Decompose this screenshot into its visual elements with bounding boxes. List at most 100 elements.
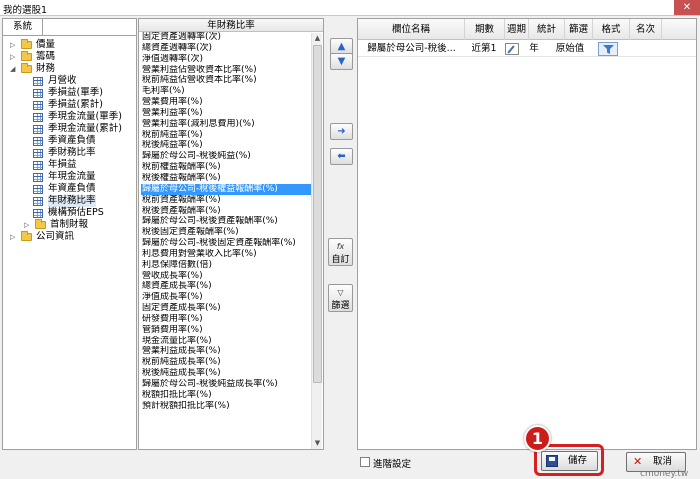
- move-down-button[interactable]: ▼: [330, 53, 353, 70]
- tree-item-label: 季損益(單季): [48, 87, 103, 98]
- field-list-scrollbar[interactable]: ▲ ▼: [311, 33, 322, 449]
- list-item[interactable]: 現金流量比率(%): [141, 336, 311, 347]
- column-header-period[interactable]: 期數: [465, 19, 505, 40]
- tree-item[interactable]: 年資產負債: [7, 183, 134, 195]
- tree-item[interactable]: 機構預估EPS: [7, 207, 134, 219]
- tree-item-label: 籌碼: [36, 51, 56, 62]
- column-header-rank[interactable]: 名次: [630, 19, 662, 40]
- custom-button[interactable]: fx 自訂: [328, 238, 353, 266]
- collapsed-arrow-icon[interactable]: ▷: [10, 51, 18, 63]
- table-icon: [33, 77, 43, 86]
- tree-item[interactable]: 季資產負債: [7, 135, 134, 147]
- list-item[interactable]: 固定資產週轉率(次): [141, 32, 311, 43]
- column-header-filter[interactable]: 篩選: [565, 19, 593, 40]
- list-item[interactable]: 管銷費用率(%): [141, 325, 311, 336]
- list-item[interactable]: 歸屬於母公司-稅後資產報酬率(%): [141, 216, 311, 227]
- remove-field-button[interactable]: ⬅: [330, 148, 353, 165]
- cell-period[interactable]: 近第1: [465, 41, 503, 57]
- tree-item[interactable]: 年現金流量: [7, 171, 134, 183]
- collapsed-arrow-icon[interactable]: ▷: [10, 231, 18, 243]
- tree-item[interactable]: 季現金流量(累計): [7, 123, 134, 135]
- advanced-settings-label[interactable]: 進階設定: [373, 456, 411, 470]
- list-item[interactable]: 稅後純益成長率(%): [141, 368, 311, 379]
- cell-stat[interactable]: 原始值: [548, 41, 592, 57]
- column-header-name[interactable]: 欄位名稱: [358, 19, 465, 40]
- list-item[interactable]: 營業利益率(減利息費用)(%): [141, 119, 311, 130]
- expanded-arrow-icon[interactable]: ◢: [10, 63, 18, 75]
- list-item[interactable]: 稅後固定資產報酬率(%): [141, 227, 311, 238]
- tree-item[interactable]: 季損益(單季): [7, 87, 134, 99]
- step-badge: 1: [524, 425, 551, 452]
- cell-cycle[interactable]: 年: [524, 41, 544, 57]
- column-header-stat[interactable]: 統計: [529, 19, 565, 40]
- list-item[interactable]: 總資產成長率(%): [141, 281, 311, 292]
- tree-item[interactable]: 季損益(累計): [7, 99, 134, 111]
- list-item[interactable]: 營收成長率(%): [141, 271, 311, 282]
- save-button-label: 儲存: [568, 455, 588, 466]
- tree-item-label: 季財務比率: [48, 147, 96, 158]
- filter-funnel-icon[interactable]: [598, 42, 618, 56]
- list-item[interactable]: 固定資產成長率(%): [141, 303, 311, 314]
- scroll-up-arrow-icon[interactable]: ▲: [312, 33, 323, 44]
- tree-item[interactable]: ▷ 價量: [7, 39, 134, 51]
- column-header-format[interactable]: 格式: [593, 19, 630, 40]
- cell-name: 歸屬於母公司-稅後...: [367, 43, 456, 54]
- list-item[interactable]: 稅後權益報酬率(%): [141, 173, 311, 184]
- tree-item[interactable]: ▷ 首制財報: [7, 219, 134, 231]
- list-item[interactable]: 利息費用對營業收入比率(%): [141, 249, 311, 260]
- list-item[interactable]: 歸屬於母公司-稅後純益(%): [141, 151, 311, 162]
- close-window-button[interactable]: ✕: [674, 0, 700, 15]
- collapsed-arrow-icon[interactable]: ▷: [10, 39, 18, 51]
- list-item[interactable]: 歸屬於母公司-稅後固定資產報酬率(%): [141, 238, 311, 249]
- tree-item[interactable]: 月營收: [7, 75, 134, 87]
- list-item[interactable]: 營業利益佔營收資本比率(%): [141, 65, 311, 76]
- list-item[interactable]: 營業利益率(%): [141, 108, 311, 119]
- list-item[interactable]: 利息保障倍數(倍): [141, 260, 311, 271]
- tree-item[interactable]: ▷ 公司資訊: [7, 231, 134, 243]
- list-item[interactable]: 總資產週轉率(次): [141, 43, 311, 54]
- column-header-cycle[interactable]: 週期: [505, 19, 529, 40]
- list-item[interactable]: 營業費用率(%): [141, 97, 311, 108]
- scroll-down-arrow-icon[interactable]: ▼: [312, 438, 323, 449]
- tree-item-label: 公司資訊: [36, 231, 75, 242]
- list-item[interactable]: 稅前權益報酬率(%): [141, 162, 311, 173]
- list-item[interactable]: 稅後純益率(%): [141, 140, 311, 151]
- list-item[interactable]: 淨值成長率(%): [141, 292, 311, 303]
- save-button[interactable]: 儲存: [541, 451, 598, 471]
- tree-item[interactable]: ◢ 財務: [7, 63, 134, 75]
- tree-item[interactable]: 季財務比率: [7, 147, 134, 159]
- list-item[interactable]: 稅前純益率(%): [141, 130, 311, 141]
- tab-system[interactable]: 系統: [3, 19, 43, 36]
- tree-item-label: 年現金流量: [48, 171, 96, 182]
- list-item[interactable]: 預計稅額扣抵比率(%): [141, 401, 311, 412]
- tree-item[interactable]: 年損益: [7, 159, 134, 171]
- list-item[interactable]: 稅前純益佔營收資本比率(%): [141, 75, 311, 86]
- list-item[interactable]: 研發費用率(%): [141, 314, 311, 325]
- list-item[interactable]: 營業利益成長率(%): [141, 346, 311, 357]
- field-list: 固定資產週轉率(次) 總資產週轉率(次) 淨值週轉率(次) 營業利益佔營收資本比率(%…: [141, 32, 311, 449]
- tree-item[interactable]: 年財務比率: [7, 195, 134, 207]
- list-item[interactable]: 稅前資產報酬率(%): [141, 195, 311, 206]
- table-icon: [33, 185, 43, 194]
- collapsed-arrow-icon[interactable]: ▷: [24, 219, 32, 231]
- list-item[interactable]: 稅前純益成長率(%): [141, 357, 311, 368]
- folder-icon: [21, 231, 32, 241]
- list-item[interactable]: 毛利率(%): [141, 86, 311, 97]
- list-item[interactable]: 歸屬於母公司-稅後權益報酬率(%): [141, 183, 311, 195]
- tree-item-label: 年財務比率: [48, 195, 96, 207]
- list-item[interactable]: 稅後資產報酬率(%): [141, 206, 311, 217]
- edit-icon[interactable]: [505, 43, 519, 55]
- table-row[interactable]: 歸屬於母公司-稅後... 近第1 年 原始值: [358, 41, 696, 57]
- floppy-disk-icon: [546, 455, 558, 467]
- advanced-settings-checkbox[interactable]: [360, 457, 370, 467]
- list-item[interactable]: 稅額扣抵比率(%): [141, 390, 311, 401]
- scrollbar-thumb[interactable]: [313, 45, 322, 383]
- tree-item[interactable]: ▷ 籌碼: [7, 51, 134, 63]
- arrow-left-icon: ⬅: [337, 151, 346, 162]
- table-icon: [33, 149, 43, 158]
- list-item[interactable]: 淨值週轉率(次): [141, 54, 311, 65]
- tree-item[interactable]: 季現金流量(單季): [7, 111, 134, 123]
- add-field-button[interactable]: ➜: [330, 123, 353, 140]
- filter-button[interactable]: ▽ 篩選: [328, 284, 353, 312]
- list-item[interactable]: 歸屬於母公司-稅後純益成長率(%): [141, 379, 311, 390]
